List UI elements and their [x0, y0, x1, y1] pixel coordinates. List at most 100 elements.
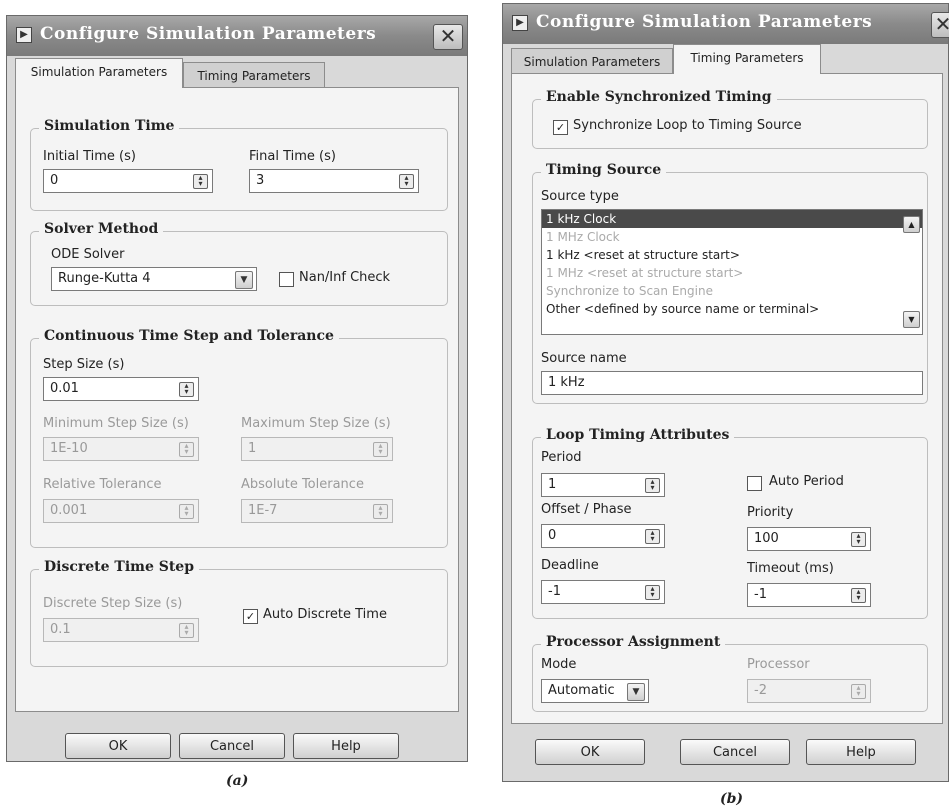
field-value: -1: [754, 587, 767, 602]
title-bar[interactable]: ▶ Configure Simulation Parameters ✕: [503, 4, 949, 44]
list-item[interactable]: 1 kHz <reset at structure start>: [542, 246, 922, 264]
chevron-down-icon[interactable]: ▼: [235, 271, 253, 289]
spinner-icon: ▴ ▾: [179, 623, 194, 638]
source-name-field[interactable]: 1 kHz: [541, 371, 923, 395]
title-bar[interactable]: ▶ Configure Simulation Parameters ✕: [7, 16, 467, 56]
spinner-icon[interactable]: ▴ ▾: [851, 532, 866, 547]
ode-solver-label: ODE Solver: [51, 247, 125, 262]
close-button[interactable]: ✕: [931, 12, 949, 38]
field-value: 0: [548, 528, 557, 543]
group-processor-assignment: Processor Assignment Mode Automatic ▼ Pr…: [532, 634, 928, 712]
list-item[interactable]: Other <defined by source name or termina…: [542, 300, 922, 318]
group-solver-method: Solver Method ODE Solver Runge-Kutta 4 ▼…: [30, 221, 448, 306]
min-step-label: Minimum Step Size (s): [43, 416, 189, 431]
offset-field[interactable]: 0 ▴ ▾: [541, 524, 665, 548]
step-size-field[interactable]: 0.01 ▴ ▾: [43, 377, 199, 401]
spinner-icon[interactable]: ▴ ▾: [645, 585, 660, 600]
priority-label: Priority: [747, 505, 794, 520]
step-size-label: Step Size (s): [43, 357, 125, 372]
spinner-icon: ▴ ▾: [373, 504, 388, 519]
source-name-label: Source name: [541, 351, 627, 366]
tab-timing-parameters[interactable]: Timing Parameters: [673, 44, 821, 74]
spinner-icon[interactable]: ▴ ▾: [193, 174, 208, 189]
auto-period-checkbox[interactable]: [747, 476, 762, 491]
ode-solver-dropdown[interactable]: Runge-Kutta 4 ▼: [51, 267, 257, 291]
final-time-label: Final Time (s): [249, 149, 336, 164]
field-value: 1E-10: [50, 441, 88, 456]
min-step-field[interactable]: 1E-10 ▴ ▾: [43, 437, 199, 461]
auto-period-label: Auto Period: [769, 474, 844, 489]
help-button[interactable]: Help: [806, 739, 916, 765]
group-title: Loop Timing Attributes: [541, 427, 735, 443]
close-button[interactable]: ✕: [433, 24, 463, 50]
spinner-icon[interactable]: ▴ ▾: [645, 529, 660, 544]
spinner-icon[interactable]: ▴ ▾: [851, 588, 866, 603]
group-continuous-time-step: Continuous Time Step and Tolerance Step …: [30, 328, 448, 548]
source-type-label: Source type: [541, 189, 619, 204]
timeout-label: Timeout (ms): [747, 561, 834, 576]
source-type-list[interactable]: 1 kHz Clock 1 MHz Clock 1 kHz <reset at …: [541, 209, 923, 335]
absolute-tolerance-label: Absolute Tolerance: [241, 477, 364, 492]
dropdown-value: Automatic: [548, 683, 615, 698]
tab-simulation-parameters[interactable]: Simulation Parameters: [511, 48, 673, 74]
window-title: Configure Simulation Parameters: [536, 12, 873, 32]
sync-loop-checkbox[interactable]: ✓: [553, 120, 568, 135]
group-timing-source: Timing Source Source type 1 kHz Clock 1 …: [532, 162, 928, 404]
mode-dropdown[interactable]: Automatic ▼: [541, 679, 649, 703]
deadline-label: Deadline: [541, 558, 599, 573]
absolute-tolerance-field[interactable]: 1E-7 ▴ ▾: [241, 499, 393, 523]
list-item[interactable]: 1 MHz Clock: [542, 228, 922, 246]
group-simulation-time: Simulation Time Initial Time (s) 0 ▴ ▾ Fi…: [30, 118, 448, 211]
app-icon: ▶: [16, 27, 32, 43]
max-step-field[interactable]: 1 ▴ ▾: [241, 437, 393, 461]
dialog-b: ▶ Configure Simulation Parameters ✕ Simu…: [502, 3, 949, 782]
tab-panel: Enable Synchronized Timing ✓ Synchronize…: [511, 73, 943, 724]
field-value: 3: [256, 173, 265, 188]
list-item[interactable]: Synchronize to Scan Engine: [542, 282, 922, 300]
ok-button[interactable]: OK: [65, 733, 171, 759]
max-step-label: Maximum Step Size (s): [241, 416, 391, 431]
caption-a: (a): [226, 773, 249, 789]
field-value: 0.01: [50, 381, 79, 396]
tab-simulation-parameters[interactable]: Simulation Parameters: [15, 58, 183, 88]
period-field[interactable]: 1 ▴ ▾: [541, 473, 665, 497]
spinner-icon[interactable]: ▴ ▾: [645, 478, 660, 493]
relative-tolerance-field[interactable]: 0.001 ▴ ▾: [43, 499, 199, 523]
list-item[interactable]: 1 kHz Clock: [542, 210, 922, 228]
group-title: Discrete Time Step: [39, 559, 200, 575]
help-button[interactable]: Help: [293, 733, 399, 759]
processor-field[interactable]: -2 ▴ ▾: [747, 679, 871, 703]
naninf-checkbox[interactable]: [279, 272, 294, 287]
auto-discrete-checkbox[interactable]: ✓: [243, 609, 258, 624]
ok-button[interactable]: OK: [535, 739, 645, 765]
spinner-icon: ▴ ▾: [851, 684, 866, 699]
spinner-icon[interactable]: ▴ ▾: [179, 382, 194, 397]
group-title: Processor Assignment: [541, 634, 726, 650]
scroll-down-icon[interactable]: ▼: [903, 311, 920, 328]
discrete-step-field[interactable]: 0.1 ▴ ▾: [43, 618, 199, 642]
field-value: -2: [754, 683, 767, 698]
tab-timing-parameters[interactable]: Timing Parameters: [183, 62, 325, 88]
group-title: Simulation Time: [39, 118, 180, 134]
spinner-icon: ▴ ▾: [373, 442, 388, 457]
timeout-field[interactable]: -1 ▴ ▾: [747, 583, 871, 607]
initial-time-label: Initial Time (s): [43, 149, 136, 164]
priority-field[interactable]: 100 ▴ ▾: [747, 527, 871, 551]
field-value: 1: [248, 441, 257, 456]
spinner-icon[interactable]: ▴ ▾: [399, 174, 414, 189]
list-item[interactable]: 1 MHz <reset at structure start>: [542, 264, 922, 282]
scroll-up-icon[interactable]: ▲: [903, 216, 920, 233]
spinner-icon: ▴ ▾: [179, 504, 194, 519]
cancel-button[interactable]: Cancel: [680, 739, 790, 765]
final-time-field[interactable]: 3 ▴ ▾: [249, 169, 419, 193]
tab-panel: Simulation Time Initial Time (s) 0 ▴ ▾ Fi…: [15, 87, 459, 712]
deadline-field[interactable]: -1 ▴ ▾: [541, 580, 665, 604]
group-title: Solver Method: [39, 221, 164, 237]
sync-loop-label: Synchronize Loop to Timing Source: [573, 118, 802, 133]
mode-label: Mode: [541, 657, 577, 672]
cancel-button[interactable]: Cancel: [179, 733, 285, 759]
auto-discrete-label: Auto Discrete Time: [263, 607, 387, 622]
chevron-down-icon[interactable]: ▼: [627, 683, 645, 701]
initial-time-field[interactable]: 0 ▴ ▾: [43, 169, 213, 193]
period-label: Period: [541, 450, 582, 465]
